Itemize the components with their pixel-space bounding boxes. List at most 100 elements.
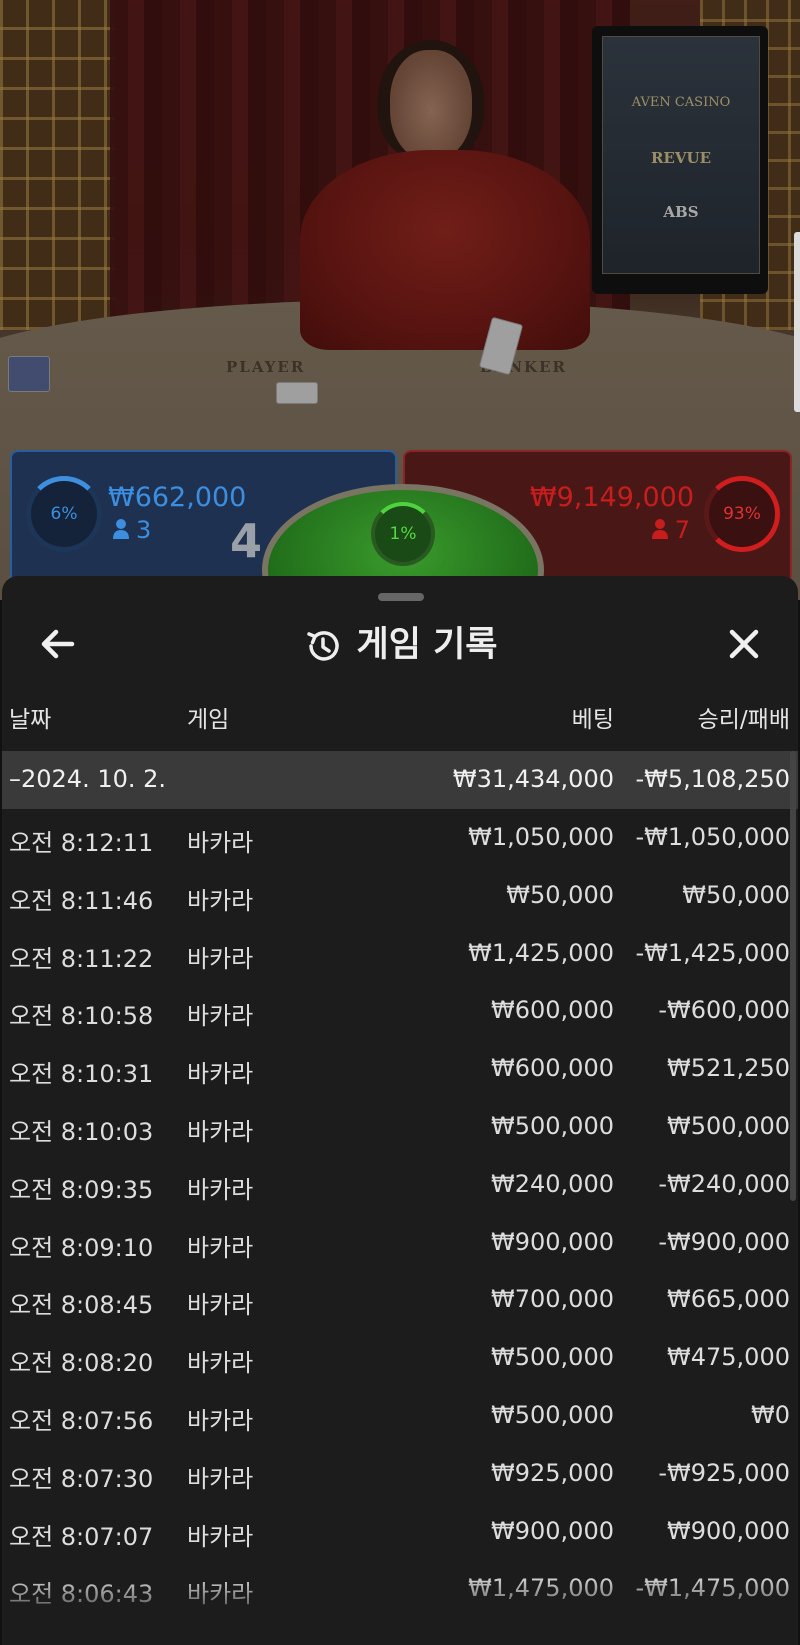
row-bet: ₩50,000 — [506, 880, 614, 909]
close-icon — [729, 629, 759, 659]
row-bet: ₩500,000 — [491, 1111, 614, 1140]
row-bet: ₩900,000 — [491, 1227, 614, 1256]
history-row[interactable]: 오전 8:06:43 바카라 ₩1,475,000 -₩1,475,000 — [2, 1560, 798, 1618]
row-time: 오전 8:08:20 — [9, 1349, 154, 1378]
history-row[interactable]: 오전 8:08:20 바카라 ₩500,000 ₩475,000 — [2, 1329, 798, 1387]
row-game: 바카라 — [187, 1522, 254, 1551]
history-row[interactable]: 오전 8:07:07 바카라 ₩900,000 ₩900,000 — [2, 1503, 798, 1561]
group-bet-total: ₩31,434,000 — [452, 765, 614, 793]
row-time: 오전 8:11:46 — [9, 886, 154, 915]
row-bet: ₩240,000 — [491, 1169, 614, 1198]
banker-bet-amount: ₩9,149,000 — [529, 482, 694, 513]
row-time: 오전 8:08:45 — [9, 1291, 154, 1320]
row-bet: ₩900,000 — [491, 1516, 614, 1545]
row-game: 바카라 — [187, 1233, 254, 1262]
row-game: 바카라 — [187, 1060, 254, 1089]
row-winloss: -₩240,000 — [658, 1169, 790, 1198]
row-game: 바카라 — [187, 1291, 254, 1320]
group-winloss-total: -₩5,108,250 — [635, 765, 790, 793]
banker-percent: 93% — [723, 504, 761, 524]
row-time: 오전 8:06:43 — [9, 1580, 154, 1609]
history-list: –2024. 10. 2. ₩31,434,000 -₩5,108,250 오전… — [2, 751, 798, 1618]
row-bet: ₩925,000 — [491, 1458, 614, 1487]
player-score: 4 — [230, 514, 263, 568]
sheet-drag-handle[interactable] — [378, 593, 424, 601]
row-bet: ₩1,425,000 — [468, 938, 614, 967]
game-history-sheet: 게임 기록 날짜 게임 베팅 승리/패배 –2024. 10. 2. ₩31,4… — [2, 576, 798, 1645]
side-edge-tab[interactable] — [794, 232, 800, 412]
row-winloss: ₩0 — [751, 1400, 790, 1429]
row-winloss: -₩1,425,000 — [635, 938, 790, 967]
column-bet[interactable]: 베팅 — [572, 700, 614, 734]
history-row[interactable]: 오전 8:10:58 바카라 ₩600,000 -₩600,000 — [2, 982, 798, 1040]
row-winloss: -₩925,000 — [658, 1458, 790, 1487]
history-column-headers: 날짜 게임 베팅 승리/패배 — [2, 700, 798, 742]
history-row[interactable]: 오전 8:09:35 바카라 ₩240,000 -₩240,000 — [2, 1156, 798, 1214]
row-winloss: ₩900,000 — [667, 1516, 790, 1545]
user-icon — [651, 519, 668, 539]
history-row[interactable]: 오전 8:12:11 바카라 ₩1,050,000 -₩1,050,000 — [2, 809, 798, 867]
row-bet: ₩1,050,000 — [468, 823, 614, 851]
row-winloss: ₩50,000 — [682, 880, 790, 909]
history-row[interactable]: 오전 8:08:45 바카라 ₩700,000 ₩665,000 — [2, 1271, 798, 1329]
row-bet: ₩500,000 — [491, 1400, 614, 1429]
row-bet: ₩600,000 — [491, 1054, 614, 1083]
date-group-row[interactable]: –2024. 10. 2. ₩31,434,000 -₩5,108,250 — [2, 751, 798, 809]
column-game[interactable]: 게임 — [187, 700, 229, 734]
row-winloss: ₩665,000 — [667, 1285, 790, 1314]
row-winloss: -₩1,050,000 — [635, 823, 790, 851]
history-header: 게임 기록 — [2, 616, 798, 667]
player-percent-ring: 6% — [26, 476, 102, 552]
row-time: 오전 8:11:22 — [9, 944, 154, 973]
row-time: 오전 8:07:56 — [9, 1406, 154, 1435]
history-clock-icon — [306, 631, 339, 661]
tie-percent: 1% — [389, 524, 417, 544]
history-title: 게임 기록 — [356, 625, 498, 665]
row-winloss: ₩521,250 — [667, 1054, 790, 1083]
history-row[interactable]: 오전 8:07:30 바카라 ₩925,000 -₩925,000 — [2, 1445, 798, 1503]
player-percent: 6% — [50, 504, 78, 524]
row-game: 바카라 — [187, 1464, 254, 1493]
history-row[interactable]: 오전 8:09:10 바카라 ₩900,000 -₩900,000 — [2, 1214, 798, 1272]
row-time: 오전 8:10:03 — [9, 1117, 154, 1146]
row-time: 오전 8:10:31 — [9, 1060, 154, 1089]
row-bet: ₩600,000 — [491, 996, 614, 1025]
row-winloss: -₩1,475,000 — [635, 1574, 790, 1603]
row-time: 오전 8:07:30 — [9, 1464, 154, 1493]
row-time: 오전 8:09:10 — [9, 1233, 154, 1262]
row-game: 바카라 — [187, 1349, 254, 1378]
history-scrollbar[interactable] — [790, 751, 796, 1201]
row-time: 오전 8:09:35 — [9, 1175, 154, 1204]
history-row[interactable]: 오전 8:10:31 바카라 ₩600,000 ₩521,250 — [2, 1040, 798, 1098]
close-button[interactable] — [718, 618, 770, 670]
row-time: 오전 8:07:07 — [9, 1522, 154, 1551]
row-winloss: -₩900,000 — [658, 1227, 790, 1256]
history-row[interactable]: 오전 8:10:03 바카라 ₩500,000 ₩500,000 — [2, 1098, 798, 1156]
banker-count: 7 — [651, 516, 690, 544]
row-winloss: -₩600,000 — [658, 996, 790, 1025]
column-date[interactable]: 날짜 — [9, 700, 51, 734]
banker-percent-ring: 93% — [704, 476, 780, 552]
history-row[interactable]: 오전 8:11:46 바카라 ₩50,000 ₩50,000 — [2, 867, 798, 925]
history-row[interactable]: 오전 8:11:22 바카라 ₩1,425,000 -₩1,425,000 — [2, 925, 798, 983]
row-game: 바카라 — [187, 829, 254, 857]
row-bet: ₩500,000 — [491, 1343, 614, 1372]
row-game: 바카라 — [187, 886, 254, 915]
row-bet: ₩1,475,000 — [468, 1574, 614, 1603]
row-game: 바카라 — [187, 1580, 254, 1609]
banker-count-value: 7 — [674, 516, 690, 544]
column-winloss[interactable]: 승리/패배 — [698, 700, 790, 734]
history-row[interactable]: 오전 8:07:56 바카라 ₩500,000 ₩0 — [2, 1387, 798, 1445]
row-winloss: ₩500,000 — [667, 1111, 790, 1140]
player-count-value: 3 — [136, 516, 152, 544]
row-game: 바카라 — [187, 944, 254, 973]
player-bet-amount: ₩662,000 — [108, 482, 247, 513]
row-bet: ₩700,000 — [491, 1285, 614, 1314]
row-time: 오전 8:10:58 — [9, 1002, 154, 1031]
group-date: –2024. 10. 2. — [9, 765, 167, 793]
row-game: 바카라 — [187, 1175, 254, 1204]
player-count: 3 — [112, 516, 151, 544]
row-time: 오전 8:12:11 — [9, 829, 154, 857]
user-icon — [113, 519, 129, 539]
row-game: 바카라 — [187, 1002, 254, 1031]
